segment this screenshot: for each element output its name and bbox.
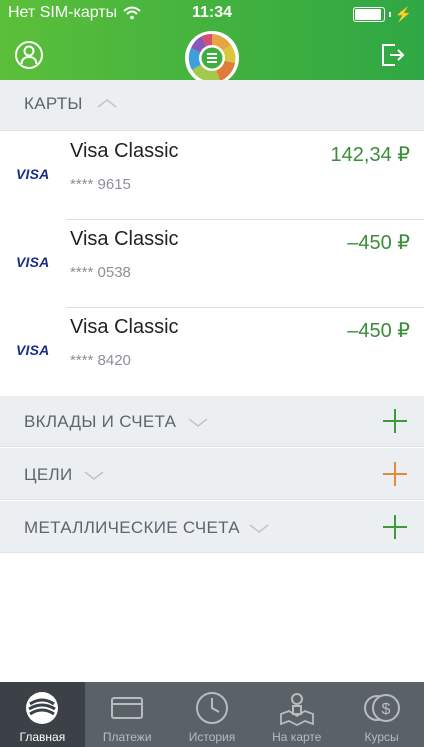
- card-number: **** 8420: [70, 352, 131, 369]
- charging-icon: ⚡: [394, 6, 412, 22]
- metal-accounts-section-title: МЕТАЛЛИЧЕСКИЕ СЧЕТА: [24, 518, 240, 537]
- tab-history[interactable]: История: [170, 682, 255, 747]
- tab-payments-label: Платежи: [102, 730, 152, 744]
- cards-section-header[interactable]: КАРТЫ: [0, 80, 424, 131]
- map-person-icon: [279, 693, 314, 726]
- chevron-down-icon: [188, 418, 208, 427]
- svg-text:$: $: [381, 701, 390, 718]
- card-row[interactable]: VISA Visa Classic **** 9615 142,34 ₽: [0, 132, 424, 220]
- coins-icon: $: [363, 694, 400, 722]
- chevron-up-icon: [97, 99, 117, 108]
- tab-map-label: На карте: [272, 730, 322, 744]
- card-balance: 142,34 ₽: [330, 144, 410, 166]
- status-bar: Нет SIM-карты 11:34 ⚡: [0, 0, 424, 28]
- tab-home[interactable]: Главная: [0, 682, 85, 747]
- battery-icon: ⚡: [352, 6, 412, 23]
- tab-rates[interactable]: $ Курсы: [339, 682, 424, 747]
- goals-section-title: ЦЕЛИ: [24, 465, 73, 484]
- spending-chart-button[interactable]: [184, 30, 240, 86]
- cards-section-title: КАРТЫ: [24, 94, 83, 113]
- visa-logo-icon: VISA: [16, 342, 50, 358]
- deposits-section-header[interactable]: ВКЛАДЫ И СЧЕТА: [0, 396, 424, 447]
- add-deposit-icon[interactable]: [382, 408, 408, 434]
- card-balance: –450 ₽: [347, 232, 410, 254]
- add-metal-account-icon[interactable]: [382, 514, 408, 540]
- card-number: **** 0538: [70, 264, 131, 281]
- tab-map[interactable]: На карте: [254, 682, 339, 747]
- card-icon: [111, 697, 144, 719]
- tab-bar: Главная Платежи История На карте $ Курсы: [0, 682, 424, 747]
- visa-logo-icon: VISA: [16, 254, 50, 270]
- card-number: **** 9615: [70, 176, 131, 193]
- chevron-down-icon: [84, 471, 104, 480]
- sberbank-logo-icon: [26, 692, 59, 724]
- metal-accounts-section-header[interactable]: МЕТАЛЛИЧЕСКИЕ СЧЕТА: [0, 501, 424, 553]
- tab-home-label: Главная: [19, 730, 66, 744]
- tab-rates-label: Курсы: [364, 730, 399, 744]
- add-goal-icon[interactable]: [382, 461, 408, 487]
- card-row[interactable]: VISA Visa Classic **** 8420 –450 ₽: [0, 308, 424, 396]
- card-name: Visa Classic: [70, 140, 179, 162]
- card-row[interactable]: VISA Visa Classic **** 0538 –450 ₽: [0, 220, 424, 308]
- goals-section-header[interactable]: ЦЕЛИ: [0, 448, 424, 500]
- visa-logo-icon: VISA: [16, 166, 50, 182]
- tab-payments[interactable]: Платежи: [85, 682, 170, 747]
- tab-history-label: История: [188, 730, 236, 744]
- profile-icon[interactable]: [14, 40, 44, 70]
- card-name: Visa Classic: [70, 228, 179, 250]
- deposits-section-title: ВКЛАДЫ И СЧЕТА: [24, 412, 177, 431]
- chevron-down-icon: [249, 524, 269, 533]
- card-balance: –450 ₽: [347, 320, 410, 342]
- clock-icon: [195, 692, 228, 724]
- card-name: Visa Classic: [70, 316, 179, 338]
- logout-icon[interactable]: [380, 41, 406, 69]
